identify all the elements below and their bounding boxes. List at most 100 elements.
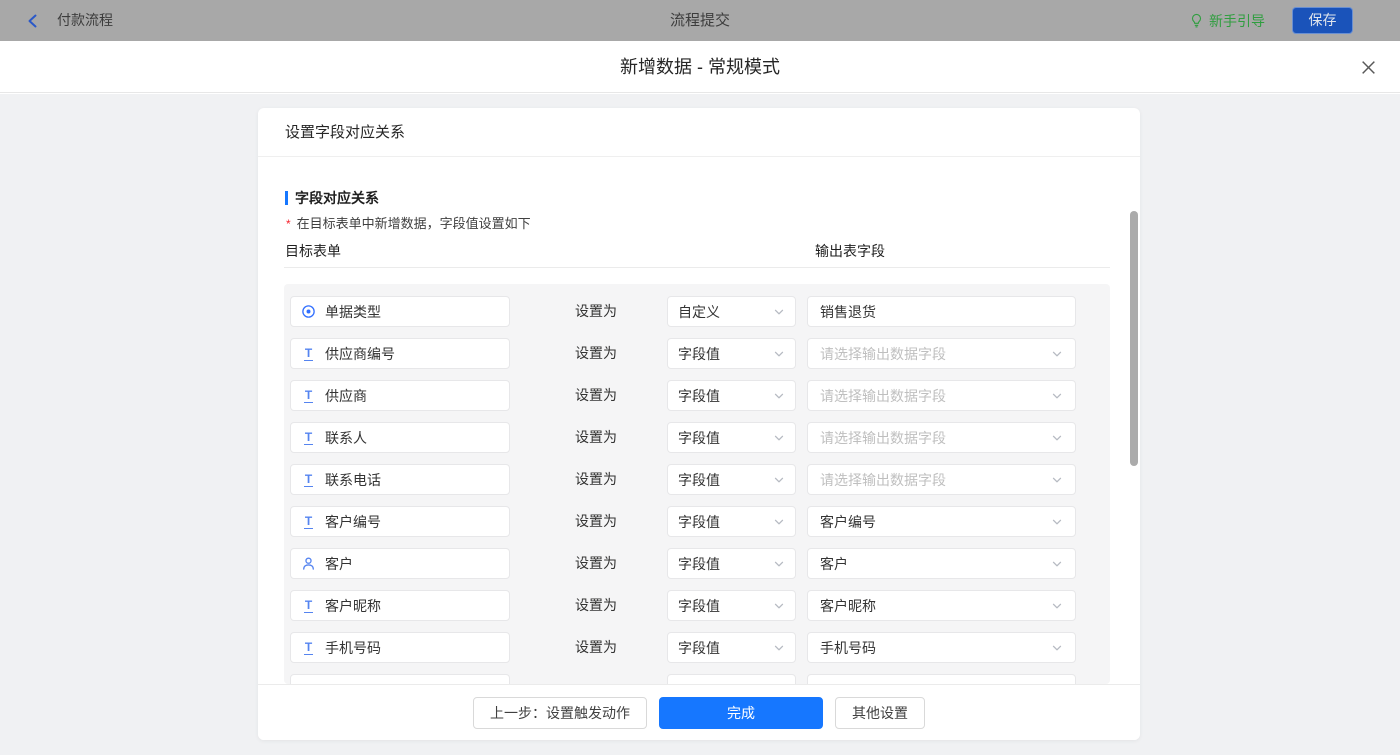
target-field-box[interactable]: T 客户编号: [290, 506, 510, 537]
set-as-label: 设置为: [575, 429, 617, 445]
target-field-box[interactable]: 单据类型: [290, 296, 510, 327]
chevron-down-icon: [1052, 477, 1062, 482]
close-icon[interactable]: [1356, 55, 1380, 79]
output-field-control[interactable]: 请选择输出数据字段: [807, 464, 1076, 495]
mode-select-value: 字段值: [678, 345, 720, 362]
mode-select[interactable]: 字段值: [667, 338, 796, 369]
set-as-label: 设置为: [575, 513, 617, 529]
column-header-target-form: 目标表单: [285, 243, 341, 259]
chevron-down-icon: [1052, 561, 1062, 566]
target-field-box[interactable]: T 供应商编号: [290, 338, 510, 369]
mode-select[interactable]: 字段值: [667, 380, 796, 411]
other-settings-button[interactable]: 其他设置: [835, 696, 925, 729]
chevron-down-icon: [774, 435, 784, 440]
chevron-down-icon: [774, 519, 784, 524]
chevron-down-icon: [1052, 393, 1062, 398]
target-field-label: 联系人: [325, 429, 367, 446]
target-field-label: 客户: [325, 555, 353, 572]
output-field-value: 客户昵称: [820, 597, 876, 614]
target-field-label: 手机号码: [325, 639, 381, 656]
scrollbar-thumb[interactable]: [1130, 211, 1138, 466]
text-field-icon: T: [303, 429, 314, 445]
mode-select-value: 字段值: [678, 597, 720, 614]
radio-field-icon: [301, 304, 316, 319]
target-field-label: 供应商编号: [325, 345, 395, 362]
output-field-control[interactable]: 请选择输出数据字段: [807, 338, 1076, 369]
set-as-label: 设置为: [575, 345, 617, 361]
set-as-label: 设置为: [575, 471, 617, 487]
chevron-down-icon: [774, 309, 784, 314]
output-field-control[interactable]: 客户编号: [807, 506, 1076, 537]
mode-select[interactable]: 自定义: [667, 296, 796, 327]
mode-select[interactable]: 字段值: [667, 632, 796, 663]
column-header-divider: [284, 267, 1110, 268]
mode-select-value: 字段值: [678, 555, 720, 572]
required-note: * 在目标表单中新增数据，字段值设置如下: [286, 213, 531, 232]
text-field-icon: T: [303, 513, 314, 529]
chevron-down-icon: [1052, 645, 1062, 650]
chevron-down-icon: [774, 351, 784, 356]
lightbulb-icon: [1191, 13, 1202, 28]
output-field-value: 销售退货: [820, 303, 876, 320]
mode-select[interactable]: 字段值: [667, 590, 796, 621]
mode-select[interactable]: 字段值: [667, 548, 796, 579]
card-header-title: 设置字段对应关系: [258, 108, 1140, 157]
person-field-icon: [301, 556, 316, 571]
target-field-box[interactable]: T 客户昵称: [290, 590, 510, 621]
output-field-control[interactable]: 请选择输出数据字段: [807, 380, 1076, 411]
output-field-control[interactable]: 客户昵称: [807, 590, 1076, 621]
target-field-box[interactable]: 客户: [290, 548, 510, 579]
card-footer: 上一步：设置触发动作 完成 其他设置: [258, 684, 1140, 740]
mapping-row: 客户 设置为 字段值 客户: [284, 548, 1110, 579]
mode-select[interactable]: [667, 674, 796, 684]
beginner-guide-label: 新手引导: [1209, 12, 1265, 29]
output-field-value: 手机号码: [820, 639, 876, 656]
chevron-down-icon: [1052, 351, 1062, 356]
set-as-label: 设置为: [575, 597, 617, 613]
target-field-box[interactable]: T 手机号码: [290, 632, 510, 663]
mode-select[interactable]: 字段值: [667, 464, 796, 495]
text-field-icon: T: [303, 639, 314, 655]
output-field-control[interactable]: 请选择输出数据字段: [807, 422, 1076, 453]
save-button[interactable]: 保存: [1292, 7, 1353, 34]
modal-title: 新增数据 - 常规模式: [620, 57, 780, 77]
chevron-down-icon: [774, 603, 784, 608]
mode-select[interactable]: 字段值: [667, 506, 796, 537]
mapping-row: 单据类型 设置为 自定义 销售退货: [284, 296, 1110, 327]
section-title: 字段对应关系: [285, 188, 379, 208]
screen: 付款流程 流程提交 新手引导 保存 新增数据 - 常规模式 设置字段对应关系 字…: [0, 0, 1400, 755]
finish-button[interactable]: 完成: [659, 696, 823, 729]
text-field-icon: T: [303, 345, 314, 361]
card-content: 字段对应关系 * 在目标表单中新增数据，字段值设置如下 目标表单 输出表字段 单据…: [258, 157, 1140, 684]
section-accent-bar: [285, 191, 288, 205]
target-field-label: 客户编号: [325, 513, 381, 530]
target-field-box[interactable]: T 联系人: [290, 422, 510, 453]
output-field-value: 请选择输出数据字段: [820, 471, 946, 488]
beginner-guide-link[interactable]: 新手引导: [1189, 0, 1265, 41]
target-field-label: 单据类型: [325, 303, 381, 320]
set-as-label: 设置为: [575, 555, 617, 571]
output-field-value: 客户: [820, 555, 848, 572]
output-field-value: 客户编号: [820, 513, 876, 530]
required-note-text: 在目标表单中新增数据，字段值设置如下: [296, 216, 531, 231]
target-field-box[interactable]: T 联系电话: [290, 464, 510, 495]
text-field-icon: T: [303, 597, 314, 613]
top-bar: 付款流程 流程提交 新手引导 保存: [0, 0, 1400, 41]
output-field-control[interactable]: 销售退货: [807, 296, 1076, 327]
mode-select-value: 自定义: [678, 303, 720, 320]
target-field-box[interactable]: T 供应商: [290, 380, 510, 411]
target-field-box[interactable]: [290, 674, 510, 684]
target-field-label: 供应商: [325, 387, 367, 404]
set-as-label: 设置为: [575, 639, 617, 655]
output-field-control[interactable]: [807, 674, 1076, 684]
mapping-row: T 联系电话 设置为 字段值 请选择输出数据字段: [284, 464, 1110, 495]
chevron-down-icon: [774, 645, 784, 650]
output-field-control[interactable]: 客户: [807, 548, 1076, 579]
mode-select-value: 字段值: [678, 471, 720, 488]
set-as-label: 设置为: [575, 387, 617, 403]
output-field-control[interactable]: 手机号码: [807, 632, 1076, 663]
mode-select[interactable]: 字段值: [667, 422, 796, 453]
chevron-down-icon: [1052, 603, 1062, 608]
previous-step-button[interactable]: 上一步：设置触发动作: [473, 696, 647, 729]
target-field-label: 联系电话: [325, 471, 381, 488]
